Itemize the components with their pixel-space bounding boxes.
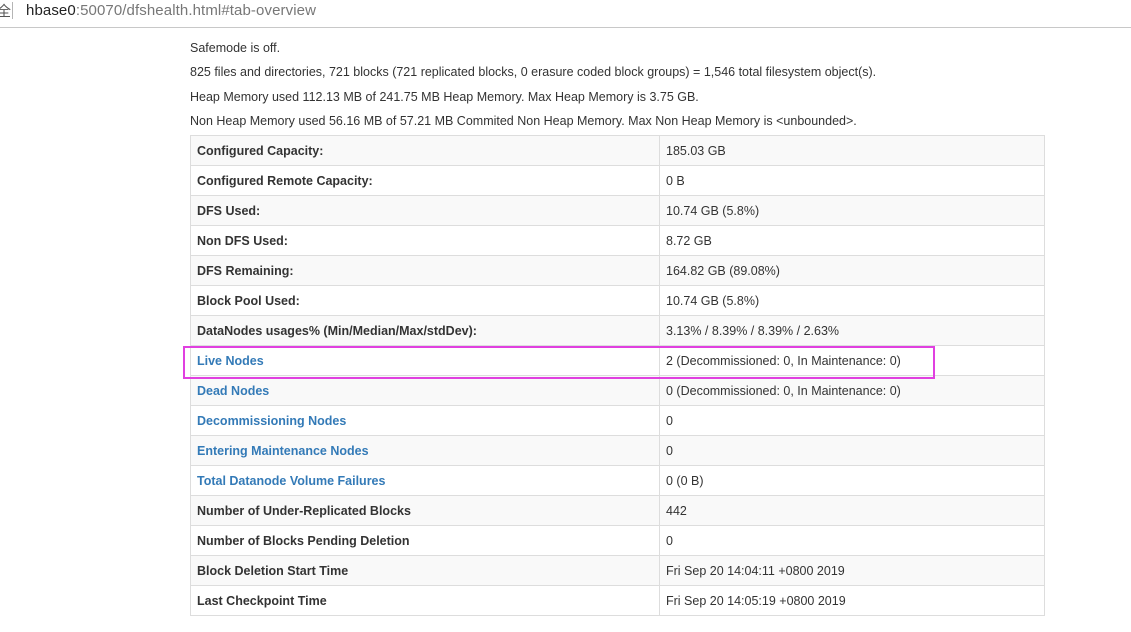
- row-label-cell: Total Datanode Volume Failures: [190, 465, 660, 496]
- row-value: 164.82 GB (89.08%): [659, 255, 1045, 286]
- live-nodes-link[interactable]: Live Nodes: [197, 354, 264, 368]
- row-label-cell: DataNodes usages% (Min/Median/Max/stdDev…: [190, 315, 660, 346]
- row-label: DFS Used:: [197, 203, 261, 218]
- table-row: Dead Nodes 0 (Decommissioned: 0, In Maint…: [190, 375, 1045, 406]
- row-label-cell: Live Nodes: [190, 345, 660, 376]
- row-value: 10.74 GB (5.8%): [659, 285, 1045, 316]
- row-label-cell: Configured Capacity:: [190, 135, 660, 166]
- non-heap-memory-summary: Non Heap Memory used 56.16 MB of 57.21 M…: [190, 113, 857, 128]
- row-value: 8.72 GB: [659, 225, 1045, 256]
- table-row: Configured Remote Capacity: 0 B: [190, 165, 1045, 196]
- security-indicator-icon[interactable]: 全: [0, 0, 11, 22]
- row-label-cell: Dead Nodes: [190, 375, 660, 406]
- table-row: Decommissioning Nodes 0: [190, 405, 1045, 436]
- url-path: :50070/dfshealth.html#tab-overview: [75, 2, 317, 19]
- row-label-cell: Last Checkpoint Time: [190, 585, 660, 616]
- table-row: Number of Under-Replicated Blocks 442: [190, 495, 1045, 526]
- overview-table: Configured Capacity: 185.03 GB Configured …: [190, 135, 1045, 616]
- address-bar[interactable]: 全 hbase0:50070/dfshealth.html#tab-overvi…: [0, 0, 1131, 28]
- row-value: 185.03 GB: [659, 135, 1045, 166]
- address-divider: [12, 2, 13, 19]
- table-row: Configured Capacity: 185.03 GB: [190, 135, 1045, 166]
- row-value: 0: [659, 405, 1045, 436]
- row-label: Number of Under-Replicated Blocks: [197, 503, 411, 518]
- row-label: DFS Remaining:: [197, 263, 294, 278]
- row-label-cell: Number of Blocks Pending Deletion: [190, 525, 660, 556]
- row-label-cell: Number of Under-Replicated Blocks: [190, 495, 660, 526]
- row-value: 3.13% / 8.39% / 8.39% / 2.63%: [659, 315, 1045, 346]
- row-label: Configured Remote Capacity:: [197, 173, 373, 188]
- table-row: DataNodes usages% (Min/Median/Max/stdDev…: [190, 315, 1045, 346]
- decommissioning-nodes-link[interactable]: Decommissioning Nodes: [197, 414, 346, 428]
- row-label-cell: DFS Used:: [190, 195, 660, 226]
- row-label-cell: Decommissioning Nodes: [190, 405, 660, 436]
- row-value: 2 (Decommissioned: 0, In Maintenance: 0): [659, 345, 1045, 376]
- safemode-status: Safemode is off.: [190, 41, 281, 55]
- table-row: Last Checkpoint Time Fri Sep 20 14:05:19 …: [190, 585, 1045, 616]
- row-label-cell: Configured Remote Capacity:: [190, 165, 660, 196]
- row-label-cell: Non DFS Used:: [190, 225, 660, 256]
- table-row: DFS Remaining: 164.82 GB (89.08%): [190, 255, 1045, 286]
- table-row: Number of Blocks Pending Deletion 0: [190, 525, 1045, 556]
- url-host: hbase0: [26, 2, 76, 19]
- row-label: Number of Blocks Pending Deletion: [197, 533, 410, 548]
- row-value: 0 (0 B): [659, 465, 1045, 496]
- row-label-cell: Entering Maintenance Nodes: [190, 435, 660, 466]
- overview-summary: Safemode is off. 825 files and directori…: [190, 36, 1050, 133]
- row-value: 442: [659, 495, 1045, 526]
- row-label: DataNodes usages% (Min/Median/Max/stdDev…: [197, 323, 477, 338]
- row-label: Block Pool Used:: [197, 293, 300, 308]
- row-value: 0: [659, 525, 1045, 556]
- heap-memory-summary: Heap Memory used 112.13 MB of 241.75 MB …: [190, 89, 699, 104]
- row-value: 0 B: [659, 165, 1045, 196]
- row-label: Non DFS Used:: [197, 233, 288, 248]
- table-row: Live Nodes 2 (Decommissioned: 0, In Maint…: [190, 345, 1045, 376]
- row-value: 0: [659, 435, 1045, 466]
- url-text[interactable]: hbase0:50070/dfshealth.html#tab-overview: [26, 0, 316, 22]
- dead-nodes-link[interactable]: Dead Nodes: [197, 384, 269, 398]
- row-value: Fri Sep 20 14:04:11 +0800 2019: [659, 555, 1045, 586]
- row-label-cell: Block Pool Used:: [190, 285, 660, 316]
- row-label: Last Checkpoint Time: [197, 593, 327, 608]
- row-label-cell: Block Deletion Start Time: [190, 555, 660, 586]
- table-row: DFS Used: 10.74 GB (5.8%): [190, 195, 1045, 226]
- table-row: Entering Maintenance Nodes 0: [190, 435, 1045, 466]
- entering-maintenance-nodes-link[interactable]: Entering Maintenance Nodes: [197, 444, 369, 458]
- row-label: Configured Capacity:: [197, 143, 324, 158]
- row-label: Block Deletion Start Time: [197, 563, 349, 578]
- row-value: 0 (Decommissioned: 0, In Maintenance: 0): [659, 375, 1045, 406]
- filesystem-objects-summary: 825 files and directories, 721 blocks (7…: [190, 65, 877, 80]
- row-label-cell: DFS Remaining:: [190, 255, 660, 286]
- table-row: Block Pool Used: 10.74 GB (5.8%): [190, 285, 1045, 316]
- table-row: Total Datanode Volume Failures 0 (0 B): [190, 465, 1045, 496]
- table-row: Non DFS Used: 8.72 GB: [190, 225, 1045, 256]
- row-value: Fri Sep 20 14:05:19 +0800 2019: [659, 585, 1045, 616]
- row-value: 10.74 GB (5.8%): [659, 195, 1045, 226]
- total-datanode-volume-failures-link[interactable]: Total Datanode Volume Failures: [197, 474, 385, 488]
- table-row: Block Deletion Start Time Fri Sep 20 14:0…: [190, 555, 1045, 586]
